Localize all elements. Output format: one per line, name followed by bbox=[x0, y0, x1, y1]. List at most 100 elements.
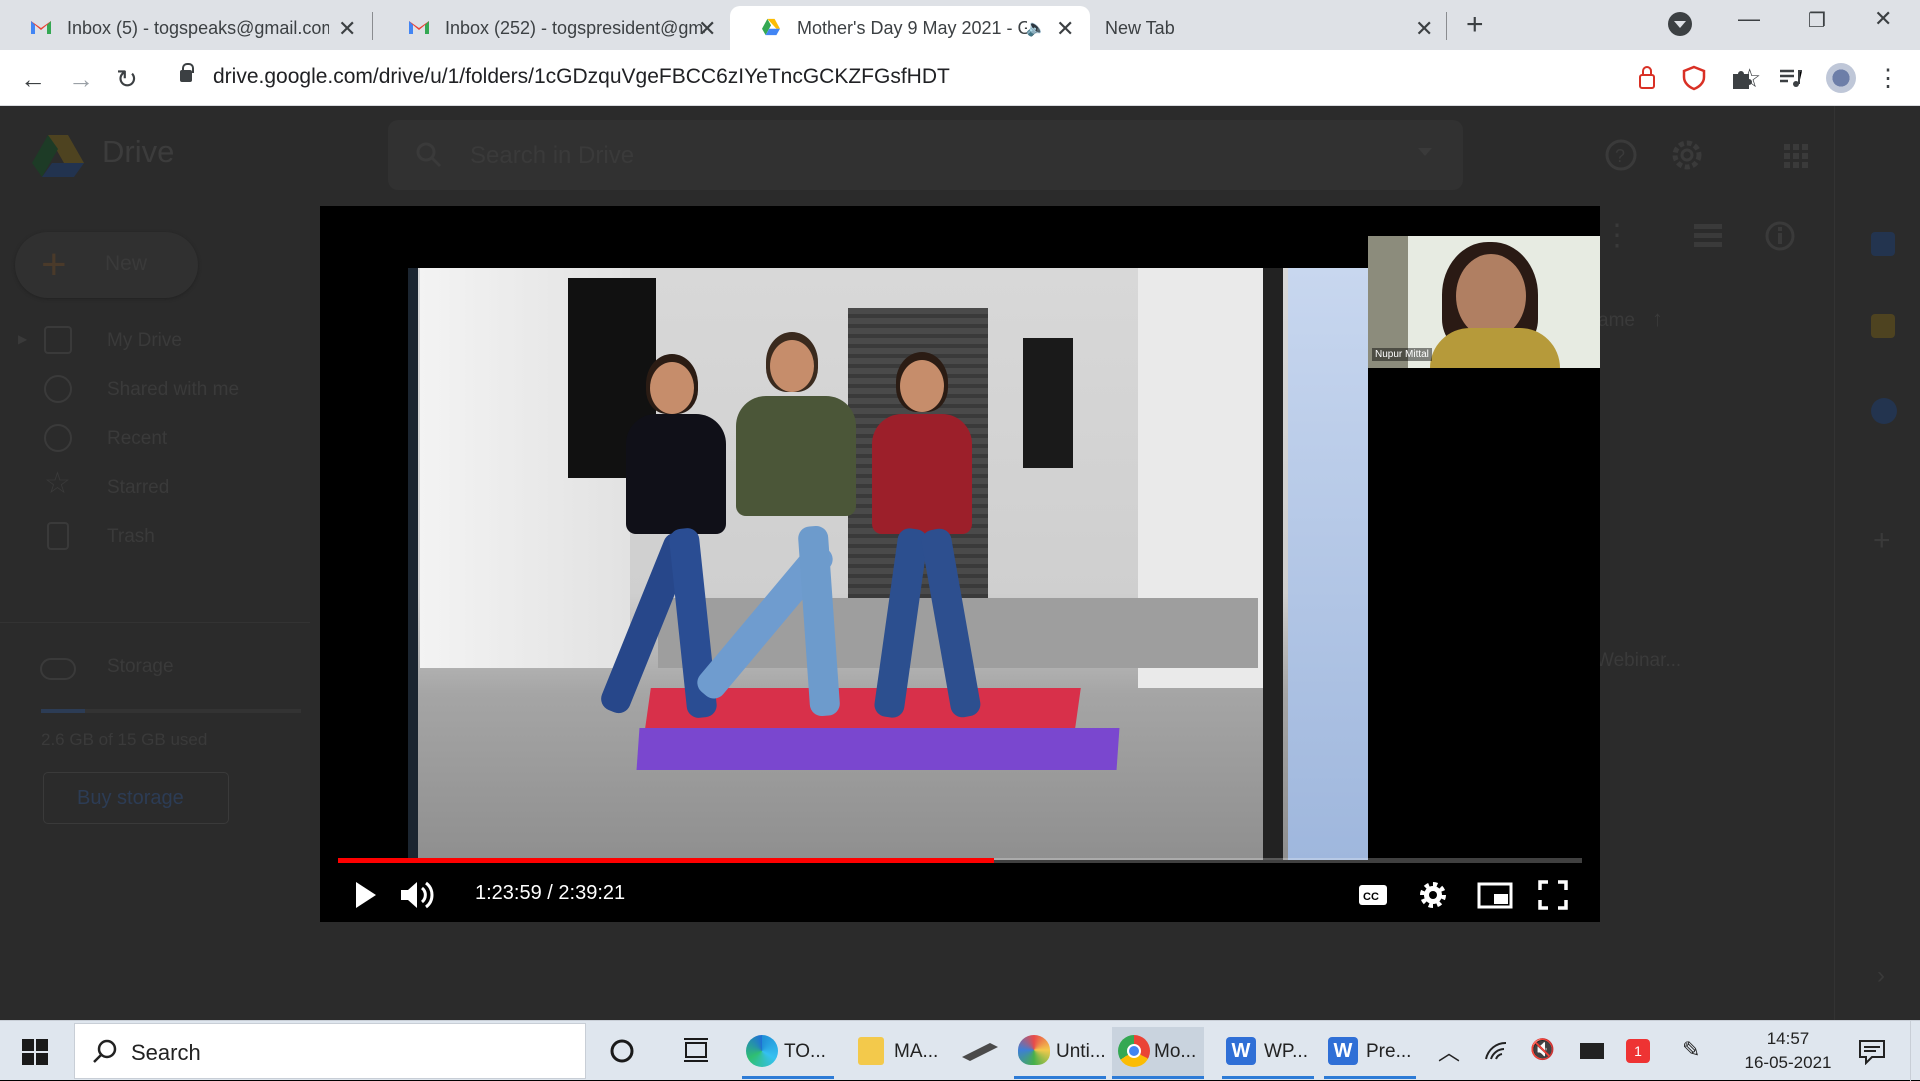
close-tab-icon[interactable]: ✕ bbox=[1056, 16, 1074, 42]
open-app-indicator bbox=[1222, 1076, 1314, 1079]
tab-gmail-togspeaks[interactable]: Inbox (5) - togspeaks@gmail.com ✕ bbox=[0, 6, 365, 50]
tab-gmail-togspresident[interactable]: Inbox (252) - togspresident@gmail.com ✕ bbox=[378, 6, 728, 50]
info-icon[interactable] bbox=[1764, 220, 1796, 252]
expand-panel-icon[interactable]: › bbox=[1877, 962, 1885, 990]
tasks-icon[interactable] bbox=[1871, 398, 1897, 424]
minimize-button[interactable]: — bbox=[1738, 6, 1760, 32]
apps-grid-icon[interactable] bbox=[1782, 142, 1810, 170]
taskbar-search-box[interactable]: Search bbox=[74, 1023, 586, 1079]
speaker-muted-icon[interactable]: 🔇 bbox=[1530, 1037, 1555, 1062]
back-button[interactable]: ← bbox=[20, 64, 46, 95]
sort-by-name-label[interactable]: ame bbox=[1598, 310, 1635, 332]
reload-button[interactable]: ↻ bbox=[116, 64, 138, 95]
calendar-icon[interactable] bbox=[1871, 232, 1895, 256]
tab-audio-icon[interactable]: 🔈 bbox=[1026, 18, 1046, 38]
playback-time: 1:23:59 / 2:39:21 bbox=[475, 882, 626, 904]
gmail-icon bbox=[409, 21, 429, 34]
close-tab-icon[interactable]: ✕ bbox=[338, 16, 356, 42]
notification-app-icon[interactable]: 1 bbox=[1626, 1039, 1650, 1063]
taskbar-app-scanner[interactable] bbox=[956, 1027, 1008, 1079]
buy-storage-button[interactable]: Buy storage bbox=[43, 772, 229, 824]
media-controls-icon[interactable] bbox=[1777, 65, 1803, 91]
lock-icon[interactable] bbox=[180, 63, 194, 82]
chrome-menu-icon[interactable]: ⋮ bbox=[1876, 64, 1900, 93]
close-tab-icon[interactable]: ✕ bbox=[1415, 16, 1433, 42]
forward-button[interactable]: → bbox=[68, 64, 94, 95]
sidebar-item-shared-with-me[interactable]: Shared with me bbox=[107, 379, 239, 401]
taskbar-app-wps-presentation[interactable]: W Pre... bbox=[1324, 1027, 1416, 1079]
settings-icon[interactable] bbox=[1416, 878, 1450, 912]
task-view-icon[interactable] bbox=[682, 1037, 710, 1065]
keep-icon[interactable] bbox=[1871, 314, 1895, 338]
search-options-icon[interactable] bbox=[1418, 148, 1432, 156]
extensions-puzzle-icon[interactable] bbox=[1729, 65, 1755, 91]
action-center-icon[interactable] bbox=[1858, 1039, 1886, 1065]
video-scene-blue-bar bbox=[1288, 268, 1368, 860]
list-view-icon[interactable] bbox=[1694, 224, 1722, 248]
profile-avatar[interactable] bbox=[1826, 63, 1856, 93]
restore-button[interactable]: ❐ bbox=[1808, 8, 1826, 33]
tab-title: Inbox (5) - togspeaks@gmail.com bbox=[67, 18, 329, 38]
help-icon[interactable]: ? bbox=[1604, 138, 1638, 172]
video-scene-purple-mat bbox=[636, 728, 1120, 770]
search-icon[interactable] bbox=[414, 140, 444, 170]
expand-arrow-icon[interactable]: ▶ bbox=[18, 332, 27, 346]
sidebar-item-starred[interactable]: Starred bbox=[107, 477, 169, 499]
windows-start-icon[interactable] bbox=[22, 1039, 48, 1065]
show-hidden-icons-chevron-icon[interactable]: ︿ bbox=[1438, 1035, 1460, 1067]
people-icon bbox=[44, 375, 72, 403]
tab-google-drive[interactable]: Mother's Day 9 May 2021 - Google Drive 🔈… bbox=[730, 6, 1090, 50]
sidebar-item-storage[interactable]: Storage bbox=[107, 656, 174, 678]
file-card-name[interactable]: Webinar... bbox=[1596, 650, 1681, 672]
captions-icon[interactable]: CC bbox=[1356, 878, 1390, 912]
video-scene-sign bbox=[1023, 338, 1073, 468]
drive-search-box[interactable]: Search in Drive bbox=[388, 120, 1463, 190]
clock-time: 14:57 bbox=[1766, 1029, 1810, 1048]
taskbar-app-label: Mo... bbox=[1154, 1041, 1197, 1062]
new-button-label: New bbox=[105, 252, 148, 275]
pen-icon[interactable]: ✎ bbox=[1682, 1037, 1700, 1063]
tab-title: Mother's Day 9 May 2021 - Google Drive bbox=[797, 18, 1027, 38]
taskbar-app-paint[interactable]: Unti... bbox=[1014, 1027, 1106, 1079]
taskbar-app-file-explorer[interactable]: MA... bbox=[852, 1027, 944, 1079]
shield-extension-icon[interactable] bbox=[1681, 65, 1707, 91]
more-options-icon[interactable]: ⋮ bbox=[1602, 218, 1632, 253]
sidebar-item-trash[interactable]: Trash bbox=[107, 526, 155, 548]
battery-icon[interactable] bbox=[1580, 1043, 1604, 1059]
play-icon[interactable] bbox=[350, 878, 380, 912]
seek-bar[interactable] bbox=[338, 858, 1582, 863]
video-frame[interactable] bbox=[408, 268, 1368, 860]
url-text[interactable]: drive.google.com/drive/u/1/folders/1cGDz… bbox=[213, 65, 950, 89]
address-bar[interactable]: drive.google.com/drive/u/1/folders/1cGDz… bbox=[166, 57, 1761, 99]
extension-lock-icon[interactable] bbox=[1634, 65, 1660, 91]
new-tab-button[interactable]: + bbox=[1466, 8, 1484, 42]
settings-gear-icon[interactable] bbox=[1670, 138, 1704, 172]
wifi-icon[interactable] bbox=[1484, 1039, 1510, 1063]
sidebar-item-my-drive[interactable]: My Drive bbox=[107, 330, 182, 352]
tab-search-button[interactable] bbox=[1668, 12, 1692, 36]
svg-text:?: ? bbox=[1615, 146, 1625, 166]
google-drive-logo bbox=[32, 135, 84, 177]
tab-new-tab[interactable]: New Tab ✕ bbox=[1075, 6, 1433, 50]
new-button[interactable]: + New bbox=[15, 232, 198, 298]
sort-arrow-up-icon[interactable]: ↑ bbox=[1652, 306, 1663, 332]
add-addon-icon[interactable]: + bbox=[1873, 524, 1891, 558]
miniplayer-icon[interactable] bbox=[1476, 878, 1514, 912]
taskbar-app-label: TO... bbox=[784, 1041, 826, 1062]
tab-title: New Tab bbox=[1105, 18, 1175, 38]
taskbar-app-edge[interactable]: TO... bbox=[742, 1027, 834, 1079]
show-desktop-button[interactable] bbox=[1910, 1021, 1920, 1081]
gmail-icon bbox=[31, 21, 51, 34]
video-player[interactable]: Nupur Mittal 1:23:59 / 2:39:21 CC bbox=[320, 206, 1600, 922]
taskbar-clock[interactable]: 14:57 16-05-2021 bbox=[1738, 1027, 1838, 1075]
taskbar-app-chrome[interactable]: Mo... bbox=[1112, 1027, 1204, 1079]
cortana-icon[interactable] bbox=[608, 1037, 636, 1065]
close-tab-icon[interactable]: ✕ bbox=[698, 16, 716, 42]
sidebar-item-recent[interactable]: Recent bbox=[107, 428, 167, 450]
fullscreen-icon[interactable] bbox=[1536, 878, 1570, 912]
sidebar-divider bbox=[0, 622, 310, 623]
volume-icon[interactable] bbox=[398, 878, 436, 912]
close-window-button[interactable]: ✕ bbox=[1874, 6, 1892, 32]
drive-title: Drive bbox=[102, 134, 175, 169]
taskbar-app-wps-writer[interactable]: W WP... bbox=[1222, 1027, 1314, 1079]
